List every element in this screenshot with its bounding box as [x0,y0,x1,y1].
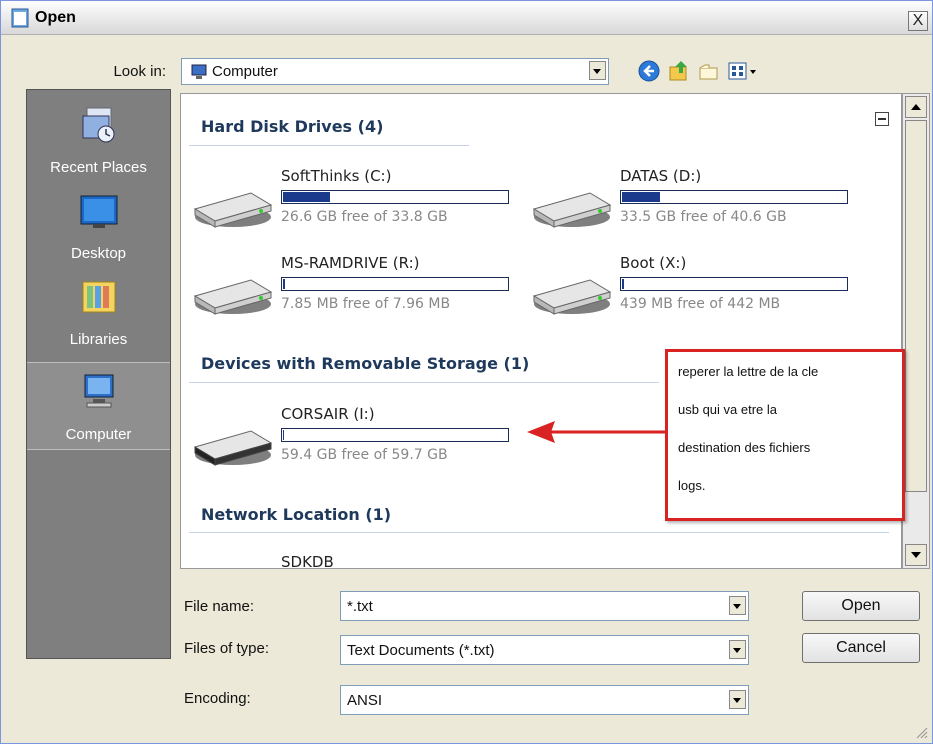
look-in-label: Look in: [113,63,166,80]
libraries-icon [82,281,115,313]
open-button[interactable]: Open [802,591,920,621]
file-type-value: Text Documents (*.txt) [347,642,495,659]
annotation-line: destination des fichiers [678,440,811,455]
up-folder-icon[interactable] [667,59,691,83]
file-name-value: *.txt [347,598,373,615]
red-arrow [527,421,667,443]
group-header-removable[interactable]: Devices with Removable Storage (1) [201,354,529,373]
network-location-sdkdb[interactable]: SDKDB [185,553,515,569]
group-header-hard-disks[interactable]: Hard Disk Drives (4) [201,117,383,136]
places-bar: Recent Places Desktop Libraries Computer [26,89,171,659]
drive-free-space: 59.4 GB free of 59.7 GB [281,447,448,463]
vertical-scrollbar[interactable] [902,93,930,569]
scroll-up-button[interactable] [905,96,927,118]
file-type-select[interactable]: Text Documents (*.txt) [340,635,749,665]
place-libraries[interactable]: Libraries [27,268,170,354]
drive-name: Boot (X:) [620,254,687,272]
window-title: Open [35,9,76,26]
drive-c[interactable]: SoftThinks (C:) 26.6 GB free of 33.8 GB [185,167,515,237]
drive-x[interactable]: Boot (X:) 439 MB free of 442 MB [524,254,854,324]
place-desktop[interactable]: Desktop [27,182,170,268]
annotation-line: reperer la lettre de la cle [678,364,819,379]
view-menu-icon[interactable] [727,59,759,83]
drive-usage-fill [622,279,625,289]
place-recent-places[interactable]: Recent Places [27,96,170,182]
encoding-dropdown-button[interactable] [729,690,746,709]
desktop-icon [80,195,117,228]
group-divider [189,532,889,533]
drive-usage-fill [283,192,331,202]
annotation-line: logs. [678,478,706,493]
drive-usage-bar [620,190,848,204]
group-header-network[interactable]: Network Location (1) [201,505,391,524]
file-name-label: File name: [184,598,255,615]
drive-name: MS-RAMDRIVE (R:) [281,254,420,272]
encoding-label: Encoding: [184,690,251,707]
drive-usage-fill [622,192,661,202]
place-label: Computer [65,426,132,443]
drive-usage-bar [281,190,509,204]
place-computer[interactable]: Computer [27,362,170,450]
drive-i[interactable]: CORSAIR (I:) 59.4 GB free of 59.7 GB [185,405,515,475]
place-label: Desktop [70,245,127,262]
drive-usage-bar [281,277,509,291]
drive-name: SoftThinks (C:) [281,167,392,185]
drive-usage-fill [283,430,285,440]
scroll-down-button[interactable] [905,544,927,566]
drive-usage-bar [620,277,848,291]
group-divider [189,145,469,146]
encoding-value: ANSI [347,692,383,709]
network-location-name: SDKDB [281,553,334,569]
hard-drive-icon [532,192,612,228]
drive-name: CORSAIR (I:) [281,405,375,423]
open-dialog: Open X Look in: Computer Recent Places D… [0,0,933,744]
drive-name: DATAS (D:) [620,167,702,185]
look-in-dropdown-button[interactable] [589,61,606,80]
drive-usage-bar [281,428,509,442]
file-name-input[interactable]: *.txt [340,591,749,621]
arrow-down-icon [911,552,921,558]
back-icon[interactable] [637,59,661,83]
drive-d[interactable]: DATAS (D:) 33.5 GB free of 40.6 GB [524,167,854,237]
cancel-button[interactable]: Cancel [802,633,920,663]
drive-free-space: 33.5 GB free of 40.6 GB [620,209,787,225]
scroll-thumb[interactable] [905,120,927,492]
computer-icon [84,374,113,408]
new-folder-icon[interactable] [697,59,721,83]
close-button[interactable]: X [908,11,928,31]
encoding-select[interactable]: ANSI [340,685,749,715]
resize-grip-icon[interactable] [914,725,928,739]
group-divider [189,382,659,383]
place-label: Recent Places [50,159,147,176]
place-label: Libraries [69,331,128,348]
computer-small-icon [191,64,207,79]
drive-r[interactable]: MS-RAMDRIVE (R:) 7.85 MB free of 7.96 MB [185,254,515,324]
annotation-line: usb qui va etre la [678,402,778,417]
file-type-dropdown-button[interactable] [729,640,746,659]
removable-drive-icon [193,430,273,466]
file-type-label: Files of type: [184,640,270,657]
hard-drive-icon [532,279,612,315]
collapse-icon[interactable] [875,112,889,126]
title-bar: Open X [1,1,932,35]
drive-free-space: 439 MB free of 442 MB [620,296,781,312]
drive-free-space: 7.85 MB free of 7.96 MB [281,296,451,312]
notepad-icon [11,8,29,28]
look-in-value: Computer [212,63,278,80]
look-in-combo[interactable]: Computer [181,58,609,85]
drive-usage-fill [283,279,286,289]
annotation-box: reperer la lettre de la cle usb qui va e… [665,349,905,521]
hard-drive-icon [193,279,273,315]
drive-free-space: 26.6 GB free of 33.8 GB [281,209,448,225]
file-name-dropdown-button[interactable] [729,596,746,615]
recent-places-icon [82,107,114,143]
hard-drive-icon [193,192,273,228]
arrow-up-icon [911,104,921,110]
